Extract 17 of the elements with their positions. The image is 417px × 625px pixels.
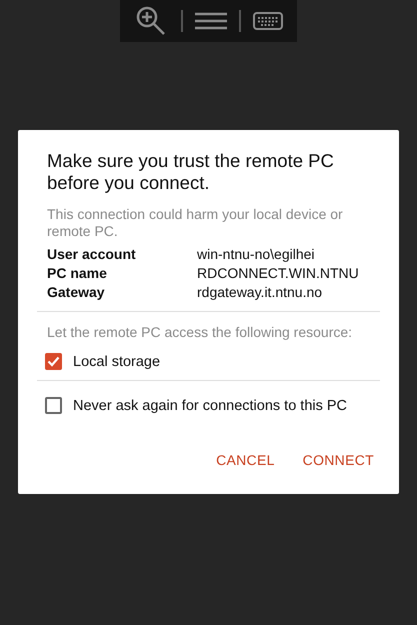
- warning-message: This connection could harm your local device or remote PC.: [47, 206, 344, 240]
- detail-value: RDCONNECT.WIN.NTNU: [197, 265, 360, 282]
- checkbox-label: Local storage: [73, 354, 160, 370]
- dialog-title: Make sure you trust the remote PC before you connect.: [47, 150, 335, 194]
- detail-label: PC name: [47, 265, 108, 282]
- menu-icon[interactable]: [194, 12, 226, 30]
- detail-value: win-ntnu-no\egilhei: [197, 246, 316, 263]
- resource-prompt: Let the remote PC access the following resource:: [47, 324, 354, 341]
- keyboard-icon[interactable]: [252, 12, 282, 30]
- cancel-button[interactable]: CANCEL: [210, 446, 281, 474]
- checkbox[interactable]: [45, 397, 62, 414]
- detail-label: Gateway: [47, 284, 106, 301]
- checkbox-label: Never ask again for connections to this PC: [73, 398, 348, 414]
- connect-button[interactable]: CONNECT: [296, 446, 380, 474]
- detail-label: User account: [47, 246, 137, 263]
- detail-value: rdgateway.it.ntnu.no: [197, 284, 324, 301]
- checkbox[interactable]: [45, 353, 62, 370]
